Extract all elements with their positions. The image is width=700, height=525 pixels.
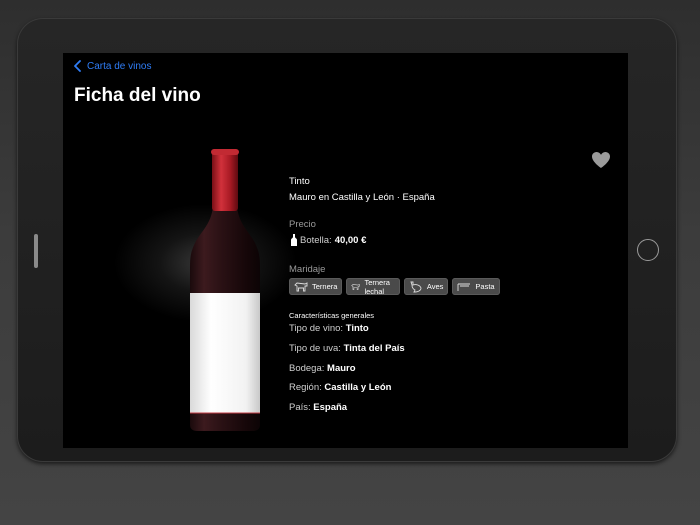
pairing-label: Ternera lechal [364, 277, 390, 296]
characteristic-row: Región: Castilla y León [289, 382, 391, 393]
pairing-label: Ternera [312, 282, 338, 291]
characteristic-label: Tipo de vino: [289, 323, 344, 334]
back-label: Carta de vinos [87, 60, 152, 72]
characteristic-row: Tipo de vino: Tinto [289, 323, 369, 334]
pairing-chip-pasta[interactable]: Pasta [452, 278, 500, 295]
pairing-chip-ternera[interactable]: Ternera [289, 278, 343, 295]
bird-icon [410, 281, 422, 292]
characteristic-value: España [313, 402, 348, 413]
cow-icon [294, 281, 308, 291]
favorite-button[interactable] [591, 151, 611, 174]
side-button [34, 234, 38, 268]
characteristic-label: Tipo de uva: [289, 343, 341, 354]
characteristics-heading: Características generales [289, 311, 375, 320]
characteristic-row: Bodega: Mauro [289, 363, 356, 374]
cow-icon [351, 283, 361, 290]
price-value: 40,00 € [334, 234, 367, 246]
pairing-chips: Ternera Ternera lechal Aves Pasta [289, 277, 500, 296]
characteristic-row: País: España [289, 402, 347, 413]
characteristic-value: Tinto [345, 323, 369, 334]
pasta-icon [457, 283, 471, 291]
characteristic-value: Mauro [327, 363, 356, 374]
characteristic-label: País: [289, 402, 311, 413]
back-button[interactable]: Carta de vinos [74, 60, 151, 72]
pairing-label: Aves [426, 282, 444, 291]
price-row: Botella: 40,00 € [291, 234, 366, 246]
characteristic-value: Castilla y León [324, 382, 392, 393]
pairing-chip-ternera-lechal[interactable]: Ternera lechal [346, 277, 400, 296]
characteristic-label: Región: [289, 382, 322, 393]
page-title: Ficha del vino [74, 85, 201, 106]
price-heading: Precio [289, 219, 316, 230]
wine-image [113, 143, 298, 443]
pairing-heading: Maridaje [289, 264, 326, 275]
pairing-chip-aves[interactable]: Aves [403, 278, 449, 295]
characteristic-label: Bodega: [289, 363, 325, 374]
characteristic-value: Tinta del País [343, 343, 405, 354]
wine-origin: Mauro en Castilla y León · España [289, 192, 435, 203]
characteristic-row: Tipo de uva: Tinta del País [289, 343, 405, 354]
home-button[interactable] [637, 239, 659, 261]
heart-icon [592, 152, 610, 168]
wine-bottle-illustration [190, 149, 260, 431]
app-screen: Carta de vinos Ficha del vino Tinto Maur… [63, 53, 628, 448]
bottle-icon [291, 234, 297, 246]
wine-type: Tinto [289, 176, 310, 187]
pairing-label: Pasta [475, 282, 495, 291]
price-label: Botella: [300, 234, 332, 246]
chevron-left-icon [74, 60, 81, 72]
